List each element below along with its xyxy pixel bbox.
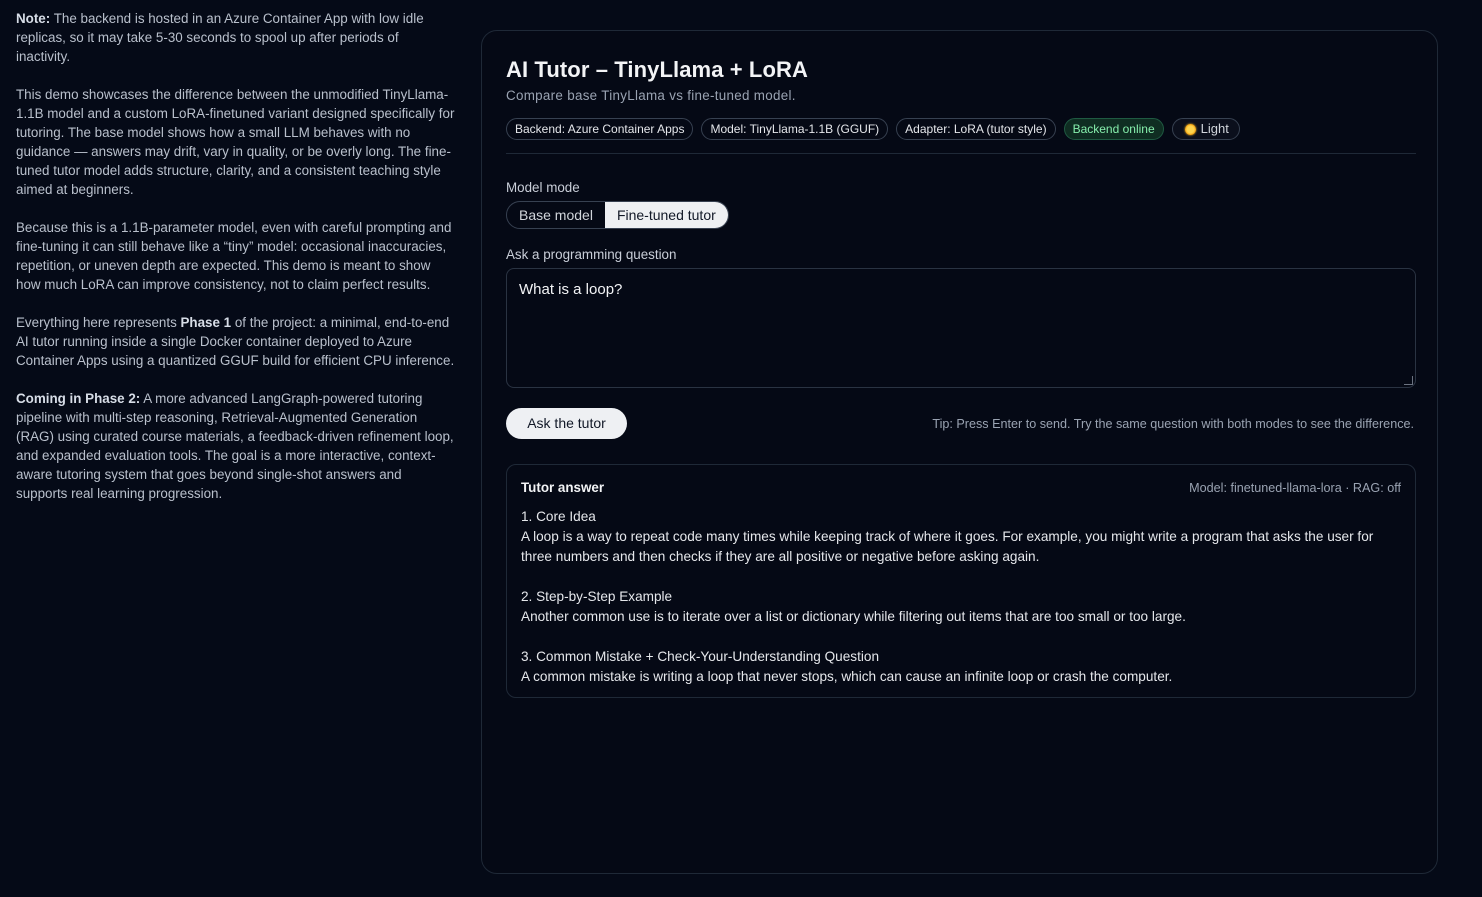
phase1-paragraph: Everything here represents Phase 1 of th… xyxy=(16,313,456,370)
model-mode-toggle: Base model Fine-tuned tutor xyxy=(506,201,729,229)
adapter-badge: Adapter: LoRA (tutor style) xyxy=(896,118,1056,140)
model-mode-label: Model mode xyxy=(506,180,580,195)
header-divider xyxy=(506,153,1416,154)
note-text: The backend is hosted in an Azure Contai… xyxy=(16,11,424,64)
answer-section-text: A common mistake is writing a loop that … xyxy=(521,669,1173,684)
answer-title: Tutor answer xyxy=(521,480,605,495)
phase1-pre: Everything here represents xyxy=(16,315,181,330)
answer-body: 1. Core Idea A loop is a way to repeat c… xyxy=(521,507,1391,707)
note-label: Note: xyxy=(16,11,51,26)
question-input[interactable]: What is a loop? xyxy=(506,268,1416,388)
send-tip: Tip: Press Enter to send. Try the same q… xyxy=(932,417,1414,431)
answer-section: 3. Common Mistake + Check-Your-Understan… xyxy=(521,647,1391,687)
answer-section-text: A loop is a way to repeat code many time… xyxy=(521,529,1374,564)
phase1-label: Phase 1 xyxy=(180,315,232,330)
answer-panel: Tutor answer Model: finetuned-llama-lora… xyxy=(506,464,1416,698)
caveat-paragraph: Because this is a 1.1B-parameter model, … xyxy=(16,220,452,292)
question-label: Ask a programming question xyxy=(506,247,677,262)
theme-toggle-label: Light xyxy=(1200,121,1229,136)
ask-tutor-button[interactable]: Ask the tutor xyxy=(506,408,627,439)
page: Note: The backend is hosted in an Azure … xyxy=(0,0,1482,897)
answer-section: 2. Step-by-Step Example Another common u… xyxy=(521,587,1391,627)
model-badge: Model: TinyLlama-1.1B (GGUF) xyxy=(701,118,889,140)
phase2-label: Coming in Phase 2: xyxy=(16,391,141,406)
sidebar-info: Note: The backend is hosted in an Azure … xyxy=(16,9,456,522)
question-value: What is a loop? xyxy=(519,281,623,298)
tutor-card: AI Tutor – TinyLlama + LoRA Compare base… xyxy=(481,30,1438,874)
base-model-option[interactable]: Base model xyxy=(507,202,605,228)
answer-section-heading: 2. Step-by-Step Example xyxy=(521,589,673,604)
answer-section: 1. Core Idea A loop is a way to repeat c… xyxy=(521,507,1391,567)
resize-handle-icon[interactable] xyxy=(1404,376,1413,385)
answer-section-heading: 1. Core Idea xyxy=(521,509,596,524)
answer-section-heading: 3. Common Mistake + Check-Your-Understan… xyxy=(521,649,880,664)
page-subtitle: Compare base TinyLlama vs fine-tuned mod… xyxy=(506,88,796,103)
phase2-paragraph: Coming in Phase 2: A more advanced LangG… xyxy=(16,389,456,503)
answer-meta: Model: finetuned-llama-lora · RAG: off xyxy=(1189,481,1401,495)
status-badge: Backend online xyxy=(1063,118,1164,140)
backend-badge: Backend: Azure Container Apps xyxy=(506,118,694,140)
phase2-text: A more advanced LangGraph-powered tutori… xyxy=(16,391,454,501)
page-title: AI Tutor – TinyLlama + LoRA xyxy=(506,57,808,82)
theme-toggle-button[interactable]: Light xyxy=(1171,118,1240,140)
sun-icon xyxy=(1184,123,1196,135)
badge-row: Backend: Azure Container Apps Model: Tin… xyxy=(506,118,1240,140)
note-paragraph: Note: The backend is hosted in an Azure … xyxy=(16,9,456,66)
demo-paragraph: This demo showcases the difference betwe… xyxy=(16,87,455,197)
finetuned-tutor-option[interactable]: Fine-tuned tutor xyxy=(604,202,728,228)
answer-section-text: Another common use is to iterate over a … xyxy=(521,609,1186,624)
